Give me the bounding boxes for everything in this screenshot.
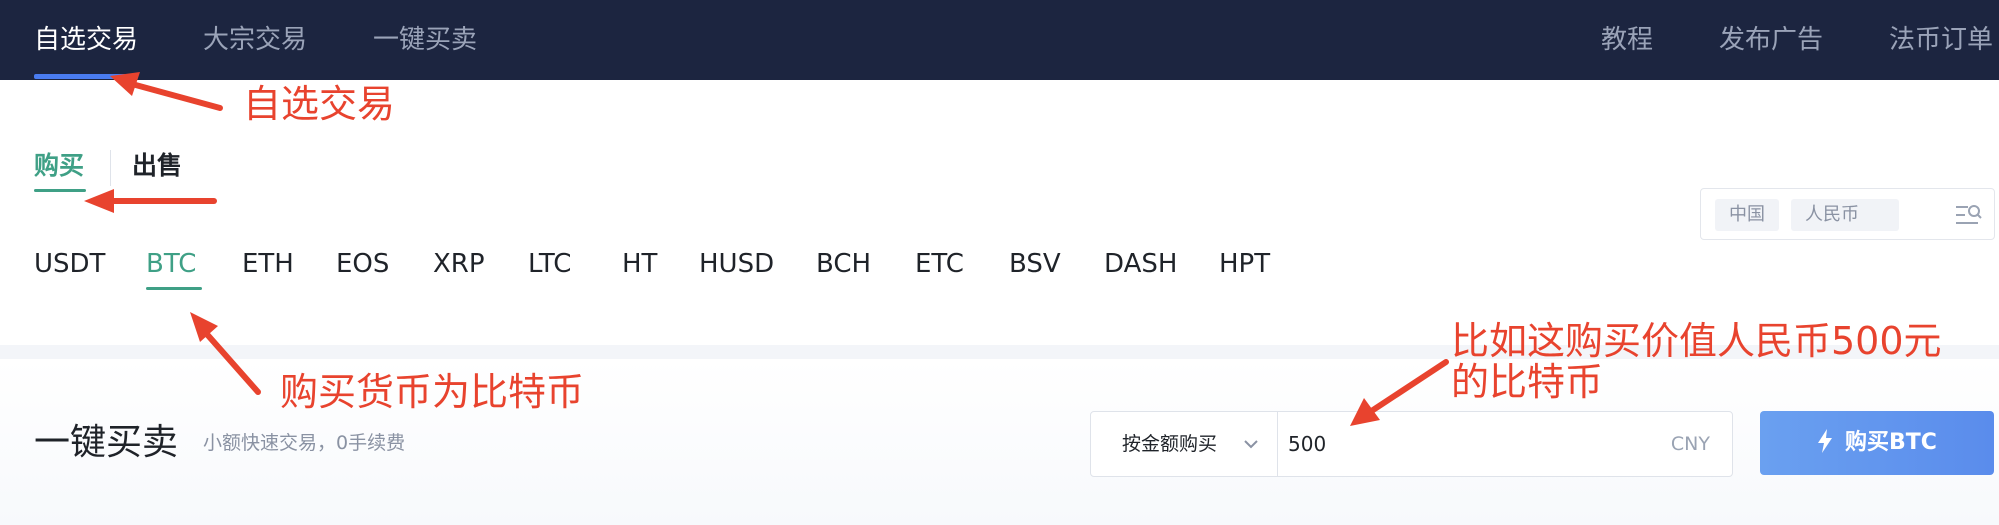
- nav-link-post-ad[interactable]: 发布广告: [1719, 22, 1823, 58]
- coin-tab-ht[interactable]: HT: [622, 247, 657, 281]
- quick-trade-subtitle: 小额快速交易，0手续费: [203, 432, 406, 454]
- country-chip[interactable]: 中国: [1715, 199, 1779, 231]
- annotation-buy-btc: 购买货币为比特币: [280, 370, 585, 414]
- filter-search-icon[interactable]: [1954, 201, 1982, 229]
- amount-currency-label: CNY: [1670, 433, 1710, 455]
- quick-trade-title: 一键买卖: [34, 422, 179, 463]
- nav-link-fiat-orders[interactable]: 法币订单: [1889, 22, 1993, 58]
- nav-tab-custom-trade[interactable]: 自选交易: [34, 22, 138, 58]
- tab-divider: [110, 150, 111, 186]
- annotation-custom-trade: 自选交易: [243, 82, 396, 126]
- chevron-down-icon: [1244, 440, 1258, 449]
- coin-tab-bsv[interactable]: BSV: [1009, 247, 1061, 281]
- coin-tab-dash[interactable]: DASH: [1104, 247, 1177, 281]
- coin-tab-ltc[interactable]: LTC: [528, 247, 571, 281]
- tab-sell[interactable]: 出售: [132, 149, 182, 183]
- nav-link-tutorial[interactable]: 教程: [1601, 22, 1653, 58]
- amount-input[interactable]: 500: [1288, 430, 1326, 458]
- nav-tab-block-trade[interactable]: 大宗交易: [203, 22, 307, 58]
- annotation-arrow-tab: [84, 189, 217, 213]
- buy-btc-button[interactable]: 购买BTC: [1760, 411, 1994, 475]
- coin-tab-btc[interactable]: BTC: [146, 247, 196, 281]
- quick-trade-form: 按金额购买 500 CNY: [1090, 411, 1733, 477]
- tab-buy[interactable]: 购买: [34, 149, 84, 183]
- buy-btc-button-label: 购买BTC: [1845, 430, 1937, 455]
- trade-mode-select[interactable]: 按金额购买: [1091, 412, 1278, 476]
- coin-tab-eos[interactable]: EOS: [336, 247, 389, 281]
- trade-mode-label: 按金额购买: [1122, 433, 1218, 455]
- coin-active-indicator: [146, 287, 202, 290]
- coin-tab-eth[interactable]: ETH: [242, 247, 294, 281]
- currency-chip[interactable]: 人民币: [1791, 199, 1899, 231]
- coin-tab-xrp[interactable]: XRP: [433, 247, 485, 281]
- nav-tab-quick-trade[interactable]: 一键买卖: [373, 22, 477, 58]
- coin-tab-etc[interactable]: ETC: [915, 247, 964, 281]
- lightning-icon: [1818, 429, 1833, 453]
- coin-tab-usdt[interactable]: USDT: [34, 247, 105, 281]
- coin-tab-hpt[interactable]: HPT: [1219, 247, 1270, 281]
- annotation-amount-line2: 的比特币: [1451, 360, 1604, 404]
- coin-tab-bch[interactable]: BCH: [816, 247, 871, 281]
- coin-tab-husd[interactable]: HUSD: [699, 247, 774, 281]
- region-currency-filter[interactable]: 中国 人民币: [1700, 188, 1995, 240]
- tab-active-indicator: [34, 189, 86, 192]
- nav-active-indicator: [34, 74, 138, 79]
- top-nav: 自选交易 大宗交易 一键买卖 教程 发布广告 法币订单: [0, 0, 1999, 80]
- annotation-amount-line1: 比如这购买价值人民币500元: [1451, 319, 1942, 363]
